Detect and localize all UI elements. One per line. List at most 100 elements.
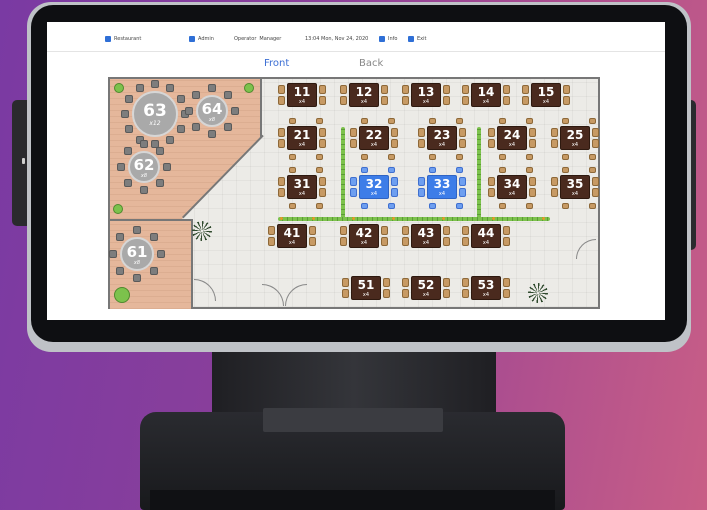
door-icon xyxy=(285,284,307,306)
table-63[interactable]: 63 x12 xyxy=(132,91,178,137)
table-22[interactable]: 22 x4 xyxy=(359,126,389,150)
chair xyxy=(391,128,398,137)
table-15[interactable]: 15 x4 xyxy=(531,83,561,107)
chair xyxy=(429,118,436,124)
chair xyxy=(499,167,506,173)
chair xyxy=(381,237,388,246)
bush-icon xyxy=(114,287,130,303)
chair xyxy=(176,95,185,103)
chair xyxy=(526,118,533,124)
chair xyxy=(361,118,368,124)
chair xyxy=(224,123,233,132)
table-33[interactable]: 33 x4 xyxy=(427,175,457,199)
table-number: 44 xyxy=(477,226,495,240)
chair xyxy=(562,154,569,160)
exit-button[interactable]: Exit xyxy=(408,36,426,42)
table-number: 13 xyxy=(417,85,435,99)
chair xyxy=(208,84,216,92)
chair xyxy=(529,188,536,197)
table-25[interactable]: 25 x4 xyxy=(560,126,590,150)
chair xyxy=(156,179,165,188)
tab-back[interactable]: Back xyxy=(359,58,383,69)
table-number: 64 xyxy=(201,100,223,118)
chair xyxy=(529,128,536,137)
table-14[interactable]: 14 x4 xyxy=(471,83,501,107)
table-capacity: x4 xyxy=(298,191,306,197)
table-61[interactable]: 61 x8 xyxy=(120,237,154,271)
table-number: 12 xyxy=(355,85,373,99)
table-21[interactable]: 21 x4 xyxy=(287,126,317,150)
table-capacity: x4 xyxy=(360,99,368,105)
chair xyxy=(289,167,296,173)
table-number: 35 xyxy=(566,177,584,191)
table-42[interactable]: 42 x4 xyxy=(349,224,379,248)
chair xyxy=(381,96,388,105)
table-31[interactable]: 31 x4 xyxy=(287,175,317,199)
door-icon xyxy=(576,239,596,259)
chair xyxy=(402,85,409,94)
palm-plant-icon xyxy=(192,221,212,241)
chair xyxy=(499,154,506,160)
chair xyxy=(592,188,599,197)
chair xyxy=(224,90,233,99)
chair xyxy=(289,203,296,209)
table-capacity: x4 xyxy=(482,99,490,105)
chair xyxy=(522,85,529,94)
chair xyxy=(443,226,450,235)
table-number: 52 xyxy=(417,278,435,292)
chair xyxy=(268,237,275,246)
table-capacity: x4 xyxy=(571,191,579,197)
table-43[interactable]: 43 x4 xyxy=(411,224,441,248)
chair xyxy=(140,186,148,194)
chair xyxy=(278,139,285,148)
chair xyxy=(589,167,596,173)
chair xyxy=(319,128,326,137)
chair xyxy=(589,118,596,124)
table-62[interactable]: 62 x8 xyxy=(128,151,160,183)
chair xyxy=(402,289,409,298)
chair xyxy=(208,130,216,138)
chair xyxy=(123,146,132,155)
table-32[interactable]: 32 x4 xyxy=(359,175,389,199)
table-number: 24 xyxy=(503,128,521,142)
chair xyxy=(340,226,347,235)
table-41[interactable]: 41 x4 xyxy=(277,224,307,248)
table-64[interactable]: 64 x8 xyxy=(196,95,228,127)
chair xyxy=(383,278,390,287)
chair xyxy=(488,128,495,137)
table-34[interactable]: 34 x4 xyxy=(497,175,527,199)
table-51[interactable]: 51 x4 xyxy=(351,276,381,300)
chair xyxy=(163,163,171,171)
table-number: 22 xyxy=(365,128,383,142)
info-button[interactable]: Info xyxy=(379,36,397,42)
table-capacity: x4 xyxy=(542,99,550,105)
table-13[interactable]: 13 x4 xyxy=(411,83,441,107)
tab-front[interactable]: Front xyxy=(264,58,289,69)
chair xyxy=(388,118,395,124)
chair xyxy=(149,233,158,242)
chair xyxy=(166,135,174,144)
chair xyxy=(456,118,463,124)
table-capacity: x4 xyxy=(422,292,430,298)
table-24[interactable]: 24 x4 xyxy=(497,126,527,150)
chair xyxy=(592,128,599,137)
table-44[interactable]: 44 x4 xyxy=(471,224,501,248)
table-53[interactable]: 53 x4 xyxy=(471,276,501,300)
table-number: 61 xyxy=(126,243,148,261)
admin-menu[interactable]: Admin xyxy=(189,36,214,42)
chair xyxy=(462,289,469,298)
chair xyxy=(391,177,398,186)
exit-label: Exit xyxy=(417,36,427,42)
table-11[interactable]: 11 x4 xyxy=(287,83,317,107)
table-number: 23 xyxy=(433,128,451,142)
table-35[interactable]: 35 x4 xyxy=(560,175,590,199)
table-12[interactable]: 12 x4 xyxy=(349,83,379,107)
chair xyxy=(459,128,466,137)
table-23[interactable]: 23 x4 xyxy=(427,126,457,150)
table-capacity: x12 xyxy=(149,120,161,128)
chair xyxy=(503,289,510,298)
chair xyxy=(133,274,141,282)
restaurant-menu[interactable]: Restaurant xyxy=(105,36,141,42)
table-52[interactable]: 52 x4 xyxy=(411,276,441,300)
bush-icon xyxy=(113,204,123,214)
